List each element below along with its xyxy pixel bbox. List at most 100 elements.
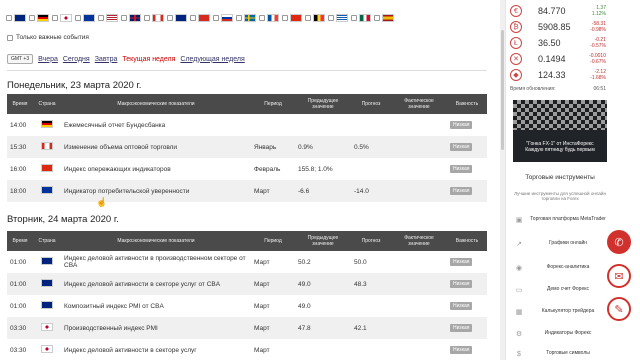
chat-button[interactable]: ✉: [607, 264, 631, 288]
country-checkbox[interactable]: [121, 15, 127, 21]
tool-demo-account[interactable]: ▭ Демо счет Форекс: [514, 282, 614, 298]
country-checkbox[interactable]: [328, 15, 334, 21]
quote-value: 36.50: [538, 38, 561, 48]
country-checkbox[interactable]: [351, 15, 357, 21]
currency-icon: €: [510, 5, 522, 17]
flag-jp-icon: [41, 323, 53, 331]
country-checkbox[interactable]: [6, 15, 12, 21]
important-only-label: Только важные события: [16, 34, 89, 41]
country-checkbox[interactable]: [190, 15, 196, 21]
col-time: Время: [7, 231, 33, 251]
event-actual: [391, 295, 447, 317]
quote-row[interactable]: ◆ 124.33 -2.12 -1.68%: [510, 68, 606, 82]
col-time: Время: [7, 94, 33, 114]
col-actual: Фактическое значение: [391, 94, 447, 114]
event-name[interactable]: Индекс деловой активности в секторе услу…: [61, 339, 251, 360]
country-checkbox[interactable]: [52, 15, 58, 21]
flag-mx-icon: [359, 14, 371, 22]
event-period: Март: [251, 339, 295, 360]
flag-ru-icon: [221, 14, 233, 22]
calendar-table-day2: Время Страна Макроэкономические показате…: [7, 231, 487, 360]
quote-row[interactable]: ₿ 5908.85 -58.31 -0.98%: [510, 20, 606, 34]
tool-symbols[interactable]: $ Торговые символы: [514, 346, 614, 360]
table-row: 14:00 Ежемесячный отчет Бундесбанка Низк…: [7, 114, 487, 136]
quote-row[interactable]: € 84.770 1.37 1.12%: [510, 4, 606, 18]
col-forecast: Прогноз: [351, 94, 391, 114]
scrollbar-thumb[interactable]: [501, 30, 504, 150]
country-checkbox[interactable]: [236, 15, 242, 21]
quote-row[interactable]: ✕ 0.1494 -0.0010 -0.67%: [510, 52, 606, 66]
day-title: Вторник, 24 марта 2020 г.: [7, 214, 119, 225]
period-this-week-link[interactable]: Текущая неделя: [122, 56, 175, 63]
important-only-filter[interactable]: Только важные события: [7, 34, 89, 41]
country-checkbox[interactable]: [29, 15, 35, 21]
event-previous: 49.0: [295, 295, 351, 317]
importance-badge: Низкая: [450, 324, 473, 332]
event-name[interactable]: Индекс деловой активности в производстве…: [61, 251, 251, 273]
country-checkbox[interactable]: [305, 15, 311, 21]
timezone-select[interactable]: GMT +3: [7, 54, 34, 64]
table-row: 18:00 Индикатор потребительской уверенно…: [7, 180, 487, 202]
event-period: Март: [251, 317, 295, 339]
country-checkbox[interactable]: [75, 15, 81, 21]
analytics-icon: ◉: [515, 265, 523, 272]
promo-banner[interactable]: "Гонка FX-1" от ИнстаФорекс Каждую пятни…: [513, 100, 607, 162]
country-checkbox[interactable]: [213, 15, 219, 21]
tool-indicators[interactable]: ⚙ Индикаторы Форекс: [514, 326, 614, 342]
call-button[interactable]: ✆: [607, 230, 631, 254]
country-checkbox[interactable]: [167, 15, 173, 21]
demo-icon: ▭: [515, 287, 523, 294]
table-row: 01:00 Индекс деловой активности в произв…: [7, 251, 487, 273]
event-forecast: [351, 158, 391, 180]
event-previous: 50.2: [295, 251, 351, 273]
quote-row[interactable]: Ł 36.50 -0.21 -0.57%: [510, 36, 606, 50]
flag-jp-icon: [41, 345, 53, 353]
col-period: Период: [251, 94, 295, 114]
event-previous: 155.8; 1.0%: [295, 158, 351, 180]
message-button[interactable]: ✎: [607, 297, 631, 321]
event-actual: [391, 158, 447, 180]
importance-badge: Низкая: [450, 346, 473, 354]
tool-analytics[interactable]: ◉ Форекс-аналитика: [514, 260, 614, 276]
checkered-flag-image: [513, 100, 607, 130]
event-actual: [391, 114, 447, 136]
event-name[interactable]: Изменение объема оптовой торговли: [61, 136, 251, 158]
col-previous: Предыдущее значение: [295, 231, 351, 251]
event-name[interactable]: Индекс опережающих индикаторов: [61, 158, 251, 180]
period-next-week-link[interactable]: Следующая неделя: [180, 56, 244, 63]
tool-charts[interactable]: ↗ Графики онлайн: [514, 236, 614, 252]
period-today-link[interactable]: Сегодня: [63, 56, 90, 63]
calculator-icon: ▦: [515, 309, 523, 316]
event-previous: 49.0: [295, 273, 351, 295]
important-only-checkbox[interactable]: [7, 34, 13, 41]
quote-change: 1.37 1.12%: [591, 5, 606, 17]
table-row: 15:30 Изменение объема оптовой торговли …: [7, 136, 487, 158]
importance-badge: Низкая: [450, 280, 473, 288]
flag-au-icon: [41, 257, 53, 265]
flag-es-icon: [382, 14, 394, 22]
event-name[interactable]: Композитный индекс PMI от CBA: [61, 295, 251, 317]
importance-badge: Низкая: [450, 143, 473, 151]
country-checkbox[interactable]: [98, 15, 104, 21]
country-checkbox[interactable]: [282, 15, 288, 21]
event-name[interactable]: Производственный индекс PMI: [61, 317, 251, 339]
flag-jp-icon: [60, 14, 72, 22]
country-checkbox[interactable]: [374, 15, 380, 21]
country-checkbox[interactable]: [259, 15, 265, 21]
chat-icon: ✉: [614, 270, 624, 283]
tool-metatrader[interactable]: ▣ Торговая платформа MetaTrader: [514, 212, 614, 228]
period-tomorrow-link[interactable]: Завтра: [95, 56, 118, 63]
period-yesterday-link[interactable]: Вчера: [38, 56, 58, 63]
flag-ca-icon: [152, 14, 164, 22]
quote-change: -58.31 -0.98%: [590, 21, 606, 33]
hand-cursor-icon: ☝: [96, 197, 108, 207]
flag-cn-icon: [290, 14, 302, 22]
flag-fr-icon: [267, 14, 279, 22]
event-name[interactable]: Ежемесячный отчет Бундесбанка: [61, 114, 251, 136]
col-previous: Предыдущее значение: [295, 94, 351, 114]
event-forecast: [351, 295, 391, 317]
tool-calculator[interactable]: ▦ Калькулятор трейдера: [514, 304, 614, 320]
country-checkbox[interactable]: [144, 15, 150, 21]
event-name[interactable]: Индекс деловой активности в секторе услу…: [61, 273, 251, 295]
event-name-link[interactable]: Индикатор потребительской уверенности: [61, 180, 251, 202]
